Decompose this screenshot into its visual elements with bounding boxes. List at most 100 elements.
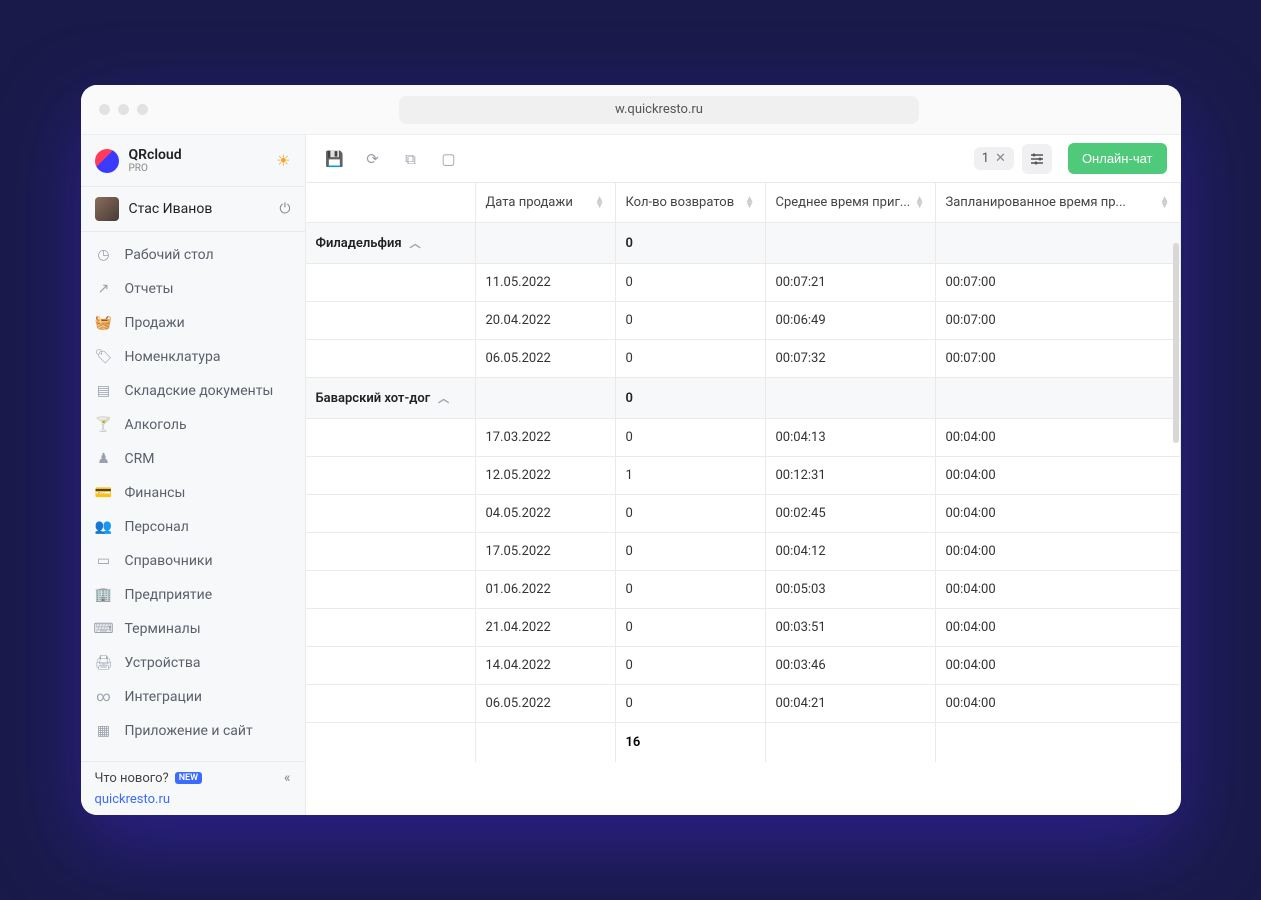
cell-planned: 00:04:00 bbox=[936, 685, 1181, 722]
scrollbar[interactable] bbox=[1173, 243, 1179, 443]
cell-planned: 00:07:00 bbox=[936, 340, 1181, 377]
cell-planned: 00:04:00 bbox=[936, 571, 1181, 608]
sliders-icon bbox=[1029, 151, 1045, 167]
cell-date: 06.05.2022 bbox=[476, 685, 616, 722]
nav-icon: ⌨ bbox=[95, 620, 113, 638]
sidebar-item[interactable]: ♟ CRM bbox=[81, 442, 305, 476]
chevron-up-icon[interactable]: ︿ bbox=[438, 390, 449, 406]
table-group-row[interactable]: Баварский хот-дог︿0 bbox=[306, 378, 1181, 419]
sidebar-item[interactable]: ▭Справочники bbox=[81, 544, 305, 578]
sidebar-item[interactable]: 🏷Номенклатура bbox=[81, 340, 305, 374]
cell-planned: 00:07:00 bbox=[936, 302, 1181, 339]
table-row[interactable]: 14.04.2022000:03:4600:04:00 bbox=[306, 647, 1181, 685]
cell-date: 04.05.2022 bbox=[476, 495, 616, 532]
sidebar-item[interactable]: ∞Интеграции bbox=[81, 680, 305, 714]
footer-link[interactable]: quickresto.ru bbox=[95, 792, 291, 807]
save-button[interactable]: 💾 bbox=[320, 144, 350, 174]
sort-icon[interactable]: ▲▼ bbox=[915, 197, 925, 209]
col-avg-time[interactable]: Среднее время приг...▲▼ bbox=[766, 183, 936, 222]
refresh-button[interactable]: ⟳ bbox=[358, 144, 388, 174]
col-name[interactable] bbox=[306, 183, 476, 222]
window-dot bbox=[118, 104, 129, 115]
copy-button[interactable]: ⧉ bbox=[396, 144, 426, 174]
table-row[interactable]: 06.05.2022000:07:3200:07:00 bbox=[306, 340, 1181, 378]
filter-chip[interactable]: 1 ✕ bbox=[974, 147, 1014, 170]
browser-titlebar: w.quickresto.ru bbox=[81, 85, 1181, 135]
sidebar-item[interactable]: 🧺 Продажи bbox=[81, 306, 305, 340]
cell-avg: 00:03:51 bbox=[766, 609, 936, 646]
table-group-row[interactable]: Филадельфия︿0 bbox=[306, 223, 1181, 264]
sidebar-item-label: Справочники bbox=[125, 553, 213, 569]
table-row[interactable]: 21.04.2022000:03:5100:04:00 bbox=[306, 609, 1181, 647]
nav-icon: ♟ bbox=[95, 450, 113, 468]
nav-icon: 🧺 bbox=[95, 314, 113, 332]
table-wrap[interactable]: Дата продажи▲▼ Кол-во возвратов▲▼ Средне… bbox=[306, 183, 1181, 815]
cell-planned: 00:04:00 bbox=[936, 647, 1181, 684]
table-row[interactable]: 04.05.2022000:02:4500:04:00 bbox=[306, 495, 1181, 533]
sort-icon[interactable]: ▲▼ bbox=[1160, 197, 1170, 209]
brand-title: QRcloud bbox=[129, 147, 267, 163]
cell-returns: 0 bbox=[616, 340, 766, 377]
table-row[interactable]: 06.05.2022000:04:2100:04:00 bbox=[306, 685, 1181, 723]
sidebar-item-label: CRM bbox=[125, 451, 155, 467]
sidebar-item[interactable]: ↗Отчеты bbox=[81, 272, 305, 306]
sidebar-item-label: Финансы bbox=[125, 485, 186, 501]
group-returns-cell: 0 bbox=[616, 378, 766, 418]
sidebar-footer: Что нового? NEW « quickresto.ru bbox=[81, 761, 305, 815]
cell-returns: 0 bbox=[616, 495, 766, 532]
new-badge: NEW bbox=[175, 772, 202, 784]
table-row[interactable]: 20.04.2022000:06:4900:07:00 bbox=[306, 302, 1181, 340]
sidebar-item-label: Алкоголь bbox=[125, 417, 187, 433]
theme-toggle-icon[interactable]: ☀ bbox=[276, 151, 290, 170]
table-row[interactable]: 11.05.2022000:07:2100:07:00 bbox=[306, 264, 1181, 302]
sidebar-item[interactable]: 💳Финансы bbox=[81, 476, 305, 510]
columns-settings-button[interactable] bbox=[1022, 144, 1052, 174]
sort-icon[interactable]: ▲▼ bbox=[745, 197, 755, 209]
sidebar-item-label: Предприятие bbox=[125, 587, 213, 603]
user-row[interactable]: Стас Иванов ⏻ bbox=[81, 187, 305, 232]
table-row[interactable]: 01.06.2022000:05:0300:04:00 bbox=[306, 571, 1181, 609]
sidebar-item-label: Продажи bbox=[125, 315, 185, 331]
col-planned-time[interactable]: Запланированное время пр...▲▼ bbox=[936, 183, 1181, 222]
nav-icon: ↗ bbox=[95, 280, 113, 298]
cell-avg: 00:04:13 bbox=[766, 419, 936, 456]
table-row[interactable]: 17.05.2022000:04:1200:04:00 bbox=[306, 533, 1181, 571]
cell-planned: 00:04:00 bbox=[936, 457, 1181, 494]
total-returns: 16 bbox=[616, 723, 766, 762]
cell-avg: 00:12:31 bbox=[766, 457, 936, 494]
sidebar-item[interactable]: ◷Рабочий стол bbox=[81, 238, 305, 272]
user-name: Стас Иванов bbox=[129, 201, 270, 217]
table-footer-row: 16 bbox=[306, 723, 1181, 762]
toolbar: 💾 ⟳ ⧉ ▢ 1 ✕ Онлайн-чат bbox=[306, 135, 1181, 183]
sidebar-item[interactable]: 🍸Алкоголь bbox=[81, 408, 305, 442]
cell-avg: 00:07:32 bbox=[766, 340, 936, 377]
sidebar: QRcloud PRO ☀ Стас Иванов ⏻ ◷Рабочий сто… bbox=[81, 135, 306, 815]
sidebar-item[interactable]: ⌨Терминалы bbox=[81, 612, 305, 646]
logout-icon[interactable]: ⏻ bbox=[279, 201, 290, 217]
clear-filter-icon[interactable]: ✕ bbox=[995, 151, 1006, 166]
sidebar-item[interactable]: 🏢 Предприятие bbox=[81, 578, 305, 612]
sort-icon[interactable]: ▲▼ bbox=[595, 197, 605, 209]
whats-new-link[interactable]: Что нового? NEW « bbox=[95, 770, 291, 786]
table-row[interactable]: 12.05.2022100:12:3100:04:00 bbox=[306, 457, 1181, 495]
nav-icon: 🏢 bbox=[95, 586, 113, 604]
chevron-up-icon[interactable]: ︿ bbox=[410, 235, 421, 251]
sidebar-item[interactable]: 🖨Устройства bbox=[81, 646, 305, 680]
cell-date: 12.05.2022 bbox=[476, 457, 616, 494]
col-date[interactable]: Дата продажи▲▼ bbox=[476, 183, 616, 222]
cell-avg: 00:05:03 bbox=[766, 571, 936, 608]
online-chat-button[interactable]: Онлайн-чат bbox=[1068, 143, 1167, 174]
sidebar-item[interactable]: ▦Приложение и сайт bbox=[81, 714, 305, 748]
screen-button[interactable]: ▢ bbox=[434, 144, 464, 174]
cell-returns: 0 bbox=[616, 647, 766, 684]
cell-returns: 1 bbox=[616, 457, 766, 494]
col-returns[interactable]: Кол-во возвратов▲▼ bbox=[616, 183, 766, 222]
url-bar[interactable]: w.quickresto.ru bbox=[399, 96, 919, 124]
table-body: Филадельфия︿011.05.2022000:07:2100:07:00… bbox=[306, 223, 1181, 723]
sidebar-item[interactable]: ▤Складские документы bbox=[81, 374, 305, 408]
table-row[interactable]: 17.03.2022000:04:1300:04:00 bbox=[306, 419, 1181, 457]
sidebar-item[interactable]: 👥Персонал bbox=[81, 510, 305, 544]
collapse-sidebar-icon[interactable]: « bbox=[284, 770, 291, 786]
nav-icon: ∞ bbox=[95, 688, 113, 706]
cell-planned: 00:04:00 bbox=[936, 419, 1181, 456]
